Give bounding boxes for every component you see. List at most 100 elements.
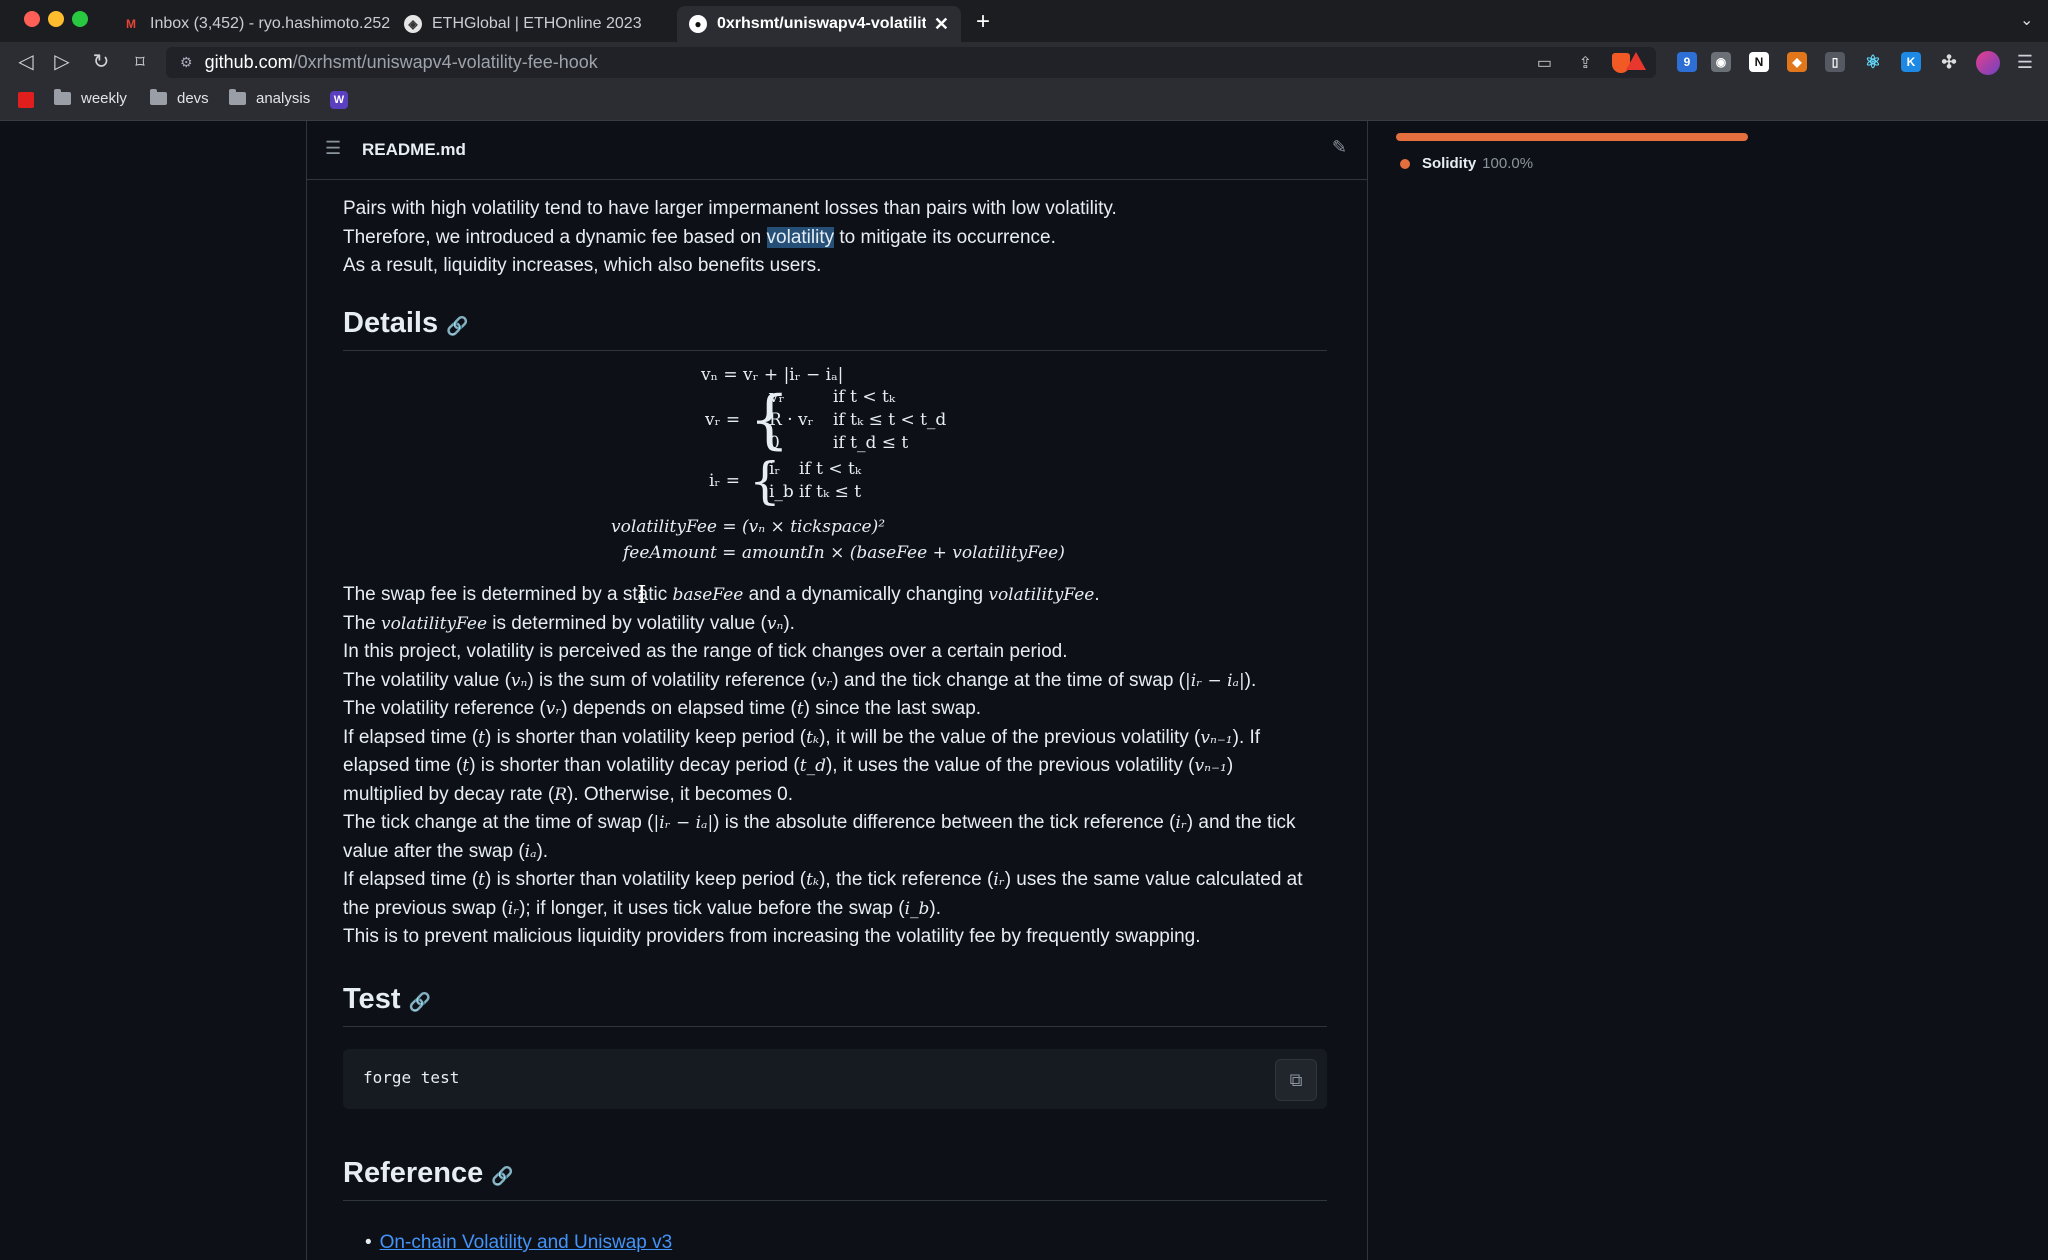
new-tab-button[interactable]: + xyxy=(976,8,990,36)
gmail-icon: M xyxy=(126,17,136,31)
para-line: value after the swap (iₐ). xyxy=(343,840,549,862)
react-devtools-icon[interactable]: ⚛ xyxy=(1863,52,1883,72)
tab-ethglobal[interactable]: ◈ ETHGlobal | ETHOnline 2023 xyxy=(392,6,672,42)
close-tab-icon[interactable]: ✕ xyxy=(934,14,949,35)
ir-case-value: iᵣ xyxy=(769,459,781,479)
bullet-icon: • xyxy=(365,1232,372,1253)
intro-line: As a result, liquidity increases, which … xyxy=(343,255,822,276)
para-line: elapsed time (t) is shorter than volatil… xyxy=(343,755,1234,776)
tab-github[interactable]: ● 0xrhsmt/uniswapv4-volatility-fee-hook … xyxy=(677,6,961,42)
para-line: The swap fee is determined by a static b… xyxy=(343,584,1100,605)
anchor-link-icon[interactable]: 🔗 xyxy=(446,316,468,336)
para-line: multiplied by decay rate (R). Otherwise,… xyxy=(343,783,793,805)
bookmark-label: weekly xyxy=(81,90,127,107)
languages-sidebar: Solidity 100.0% xyxy=(1396,133,1996,172)
test-heading: Test 🔗 xyxy=(343,983,1327,1027)
formula-vr-lhs: vᵣ = xyxy=(705,410,741,430)
camera-icon[interactable]: ◉ xyxy=(1711,52,1731,72)
close-window-button[interactable] xyxy=(24,11,40,27)
folder-icon xyxy=(150,89,167,105)
page-content: ☰ README.md ✎ Pairs with high volatility… xyxy=(0,121,2048,1260)
outline-icon[interactable]: ☰ xyxy=(325,138,341,159)
anchor-link-icon[interactable]: 🔗 xyxy=(408,992,430,1012)
profile-avatar[interactable] xyxy=(1976,51,2000,75)
language-percent: 100.0% xyxy=(1482,155,1534,172)
reference-heading: Reference 🔗 xyxy=(343,1157,1327,1201)
intro-paragraph: Pairs with high volatility tend to have … xyxy=(343,195,1117,281)
formula-ir-lhs: iᵣ = xyxy=(709,471,740,491)
copy-icon[interactable]: ⧉ xyxy=(1275,1059,1317,1101)
bookmark-weekly[interactable]: weekly xyxy=(54,89,127,107)
tab-label: ETHGlobal | ETHOnline 2023 xyxy=(432,15,642,32)
details-heading: Details 🔗 xyxy=(343,307,1327,351)
notion-icon[interactable]: N xyxy=(1749,52,1769,72)
bookmark-red-icon[interactable] xyxy=(18,92,34,108)
ir-case-condition: if t < tₖ xyxy=(799,459,862,479)
share-icon[interactable]: ⇪ xyxy=(1579,53,1592,73)
para-line: The volatilityFee is determined by volat… xyxy=(343,612,795,634)
vr-case-condition: if t < tₖ xyxy=(833,387,896,407)
para-line: The tick change at the time of swap (|iᵣ… xyxy=(343,812,1296,833)
reference-link[interactable]: On-chain Volatility and Uniswap v3 xyxy=(380,1232,673,1253)
bookmarks-bar: weekly devs analysis W xyxy=(0,82,2048,121)
extension-badge-icon[interactable]: 9 xyxy=(1677,52,1697,72)
para-line: the previous swap (iᵣ); if longer, it us… xyxy=(343,897,941,919)
readme-filename: README.md xyxy=(362,140,466,159)
keplr-icon[interactable]: K xyxy=(1901,52,1921,72)
para-line: This is to prevent malicious liquidity p… xyxy=(343,926,1201,947)
formula-vn: vₙ = vᵣ + |iᵣ − iₐ| xyxy=(701,365,844,385)
selected-text: volatility xyxy=(766,226,835,248)
ir-case-value: i_b xyxy=(769,482,794,502)
bookmark-analysis[interactable]: analysis xyxy=(229,89,311,107)
site-info-icon[interactable]: ⚙ xyxy=(180,54,193,71)
formula-volatility-fee: volatilityFee = (vₙ × tickspace)² xyxy=(611,517,886,537)
folder-icon xyxy=(54,89,71,105)
vr-case-value: R · vᵣ xyxy=(769,410,814,430)
brave-rewards-icon[interactable] xyxy=(1626,52,1646,70)
tab-list-chevron-icon[interactable]: ⌄ xyxy=(2020,10,2033,30)
para-line: If elapsed time (t) is shorter than vola… xyxy=(343,869,1303,890)
menu-icon[interactable]: ☰ xyxy=(2013,50,2037,74)
bookmark-w-icon[interactable]: W xyxy=(330,91,348,109)
intro-line: Pairs with high volatility tend to have … xyxy=(343,198,1117,219)
language-color-dot xyxy=(1400,158,1410,169)
reference-list-item: • On-chain Volatility and Uniswap v3 xyxy=(365,1229,672,1258)
readme-header: ☰ README.md ✎ xyxy=(307,121,1367,180)
url-path: /0xrhsmt/uniswapv4-volatility-fee-hook xyxy=(292,52,598,72)
bookmark-devs[interactable]: devs xyxy=(150,89,209,107)
tab-label: 0xrhsmt/uniswapv4-volatility-fee-hook xyxy=(717,15,926,32)
para-line: The volatility reference (vᵣ) depends on… xyxy=(343,698,982,719)
edit-pencil-icon[interactable]: ✎ xyxy=(1332,137,1347,158)
readme-panel: ☰ README.md ✎ Pairs with high volatility… xyxy=(306,121,1368,1260)
language-bar xyxy=(1396,133,1748,141)
para-line: The volatility value (vₙ) is the sum of … xyxy=(343,669,1257,691)
minimize-window-button[interactable] xyxy=(48,11,64,27)
para-line: If elapsed time (t) is shorter than vola… xyxy=(343,726,1261,748)
intro-line: Therefore, we introduced a dynamic fee b… xyxy=(343,226,1056,248)
extensions-icon[interactable]: ✣ xyxy=(1939,52,1959,72)
navigation-toolbar: ◁ ▷ ↻ ⌑ ⚙ github.com /0xrhsmt/uniswapv4-… xyxy=(0,42,2048,82)
vr-case-condition: if t_d ≤ t xyxy=(833,433,909,453)
vr-case-value: vᵣ xyxy=(769,387,785,407)
code-block: forge test ⧉ xyxy=(343,1049,1327,1109)
anchor-link-icon[interactable]: 🔗 xyxy=(491,1166,513,1186)
github-icon: ● xyxy=(689,15,707,33)
vr-case-condition: if tₖ ≤ t < t_d xyxy=(833,410,947,430)
reload-icon[interactable]: ↻ xyxy=(89,50,113,74)
reading-list-icon[interactable]: ▯ xyxy=(1825,52,1845,72)
maximize-window-button[interactable] xyxy=(72,11,88,27)
tab-bar: M Inbox (3,452) - ryo.hashimoto.2528 ◈ E… xyxy=(0,0,2048,42)
bookmark-icon[interactable]: ⌑ xyxy=(128,50,152,74)
back-icon[interactable]: ◁ xyxy=(14,50,38,74)
cast-icon[interactable]: ▭ xyxy=(1537,53,1552,73)
ir-case-condition: if tₖ ≤ t xyxy=(799,482,862,502)
bookmark-label: analysis xyxy=(256,90,311,107)
tab-label: Inbox (3,452) - ryo.hashimoto.2528 xyxy=(150,15,390,32)
address-bar[interactable]: ⚙ github.com /0xrhsmt/uniswapv4-volatili… xyxy=(166,47,1656,78)
tab-gmail[interactable]: M Inbox (3,452) - ryo.hashimoto.2528 xyxy=(110,6,390,42)
language-entry[interactable]: Solidity 100.0% xyxy=(1396,155,1996,172)
text-cursor-icon: I xyxy=(637,581,647,609)
metamask-icon[interactable]: ◆ xyxy=(1787,52,1807,72)
forward-icon[interactable]: ▷ xyxy=(50,50,74,74)
bookmark-label: devs xyxy=(177,90,209,107)
